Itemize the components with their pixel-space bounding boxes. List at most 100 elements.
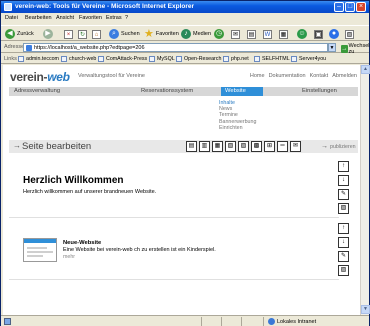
- block1-title: Herzlich Willkommen: [23, 175, 124, 186]
- vertical-scrollbar[interactable]: ▲ ▼: [360, 65, 370, 315]
- nav-item-website[interactable]: Website: [221, 87, 263, 96]
- move-down-icon[interactable]: ↓: [338, 175, 349, 186]
- toplink-logout[interactable]: Abmelden: [332, 73, 357, 79]
- add-link-icon[interactable]: ⊞: [264, 141, 275, 152]
- extra-icon: ▧: [345, 29, 354, 39]
- refresh-button[interactable]: ↻: [78, 28, 87, 40]
- star-icon: ★: [144, 28, 154, 40]
- page-status-icon: [4, 318, 11, 325]
- history-icon: ◷: [214, 29, 224, 39]
- close-button[interactable]: ×: [356, 2, 366, 12]
- globe-icon: [268, 318, 275, 325]
- add-image-icon[interactable]: ▧: [225, 141, 236, 152]
- research-button[interactable]: ▣: [314, 28, 323, 40]
- discuss-button[interactable]: ▦: [279, 28, 288, 40]
- subnav-item-banner[interactable]: Bannerwerbung: [219, 119, 256, 125]
- move-down-icon[interactable]: ↓: [338, 237, 349, 248]
- address-input[interactable]: https://localhost/a_website.php?edtpage=…: [23, 43, 328, 52]
- forward-button[interactable]: ▶: [43, 28, 53, 40]
- add-text-icon[interactable]: ▤: [186, 141, 197, 152]
- toplink-contact[interactable]: Kontakt: [310, 73, 329, 79]
- addon-icon: ●: [329, 29, 339, 39]
- publish-button[interactable]: → publizieren: [321, 143, 356, 150]
- delete-block-icon[interactable]: ▨: [338, 265, 349, 276]
- add-line-icon[interactable]: ═: [277, 141, 288, 152]
- menu-datei[interactable]: Datei: [5, 15, 18, 21]
- more-link[interactable]: mehr: [63, 254, 75, 260]
- site-logo[interactable]: verein-web: [10, 70, 70, 84]
- media-label: Medien: [193, 31, 212, 37]
- zone-label: Lokales Intranet: [277, 318, 317, 325]
- search-button[interactable]: ⌕ Suchen: [109, 28, 140, 40]
- search-label: Suchen: [121, 31, 140, 37]
- address-bar: Adresse https://localhost/a_website.php?…: [1, 42, 370, 55]
- toolbar-extra-button[interactable]: ▧: [345, 28, 354, 40]
- links-label: Links: [4, 56, 17, 62]
- research-icon: ▣: [314, 29, 323, 39]
- toplink-docs[interactable]: Dokumentation: [269, 73, 306, 79]
- link-item[interactable]: MySQL: [149, 55, 175, 63]
- address-dropdown[interactable]: ▼: [328, 43, 336, 52]
- divider: [9, 217, 339, 218]
- scroll-up-arrow[interactable]: ▲: [361, 65, 370, 74]
- ie-icon: [4, 3, 12, 11]
- add-mail-icon[interactable]: ✉: [290, 141, 301, 152]
- block1-text: Herzlich willkommen auf unserer brandneu…: [23, 189, 157, 195]
- menu-ansicht[interactable]: Ansicht: [56, 15, 74, 21]
- add-image-text-icon[interactable]: ▦: [212, 141, 223, 152]
- link-icon: [291, 56, 297, 62]
- toplink-home[interactable]: Home: [250, 73, 265, 79]
- link-item[interactable]: church-web: [61, 55, 96, 63]
- link-item[interactable]: SELFHTML: [254, 55, 290, 63]
- subnav-item-setup[interactable]: Einrichten: [219, 125, 256, 131]
- link-icon: [18, 56, 24, 62]
- history-button[interactable]: ◷: [214, 28, 224, 40]
- edit-button[interactable]: W: [263, 28, 272, 40]
- link-item[interactable]: php.net: [223, 55, 249, 63]
- add-text-image-icon[interactable]: ▥: [199, 141, 210, 152]
- favorites-button[interactable]: ★ Favoriten: [144, 28, 179, 40]
- toolbar: ◀ Zurück ▶ × ↻ ⌂ ⌕ Suchen ★ Favoriten ♪ …: [1, 25, 369, 41]
- favorites-label: Favoriten: [155, 31, 179, 37]
- link-item[interactable]: Server4you: [291, 55, 326, 63]
- nav-item-reservation[interactable]: Reservationssystem: [141, 88, 193, 94]
- addon-button[interactable]: ●: [329, 28, 339, 40]
- edit-block-icon[interactable]: ✎: [338, 189, 349, 200]
- media-button[interactable]: ♪ Medien: [181, 28, 211, 40]
- add-table-icon[interactable]: ▨: [238, 141, 249, 152]
- nav-item-settings[interactable]: Einstellungen: [302, 88, 337, 94]
- menu-favoriten[interactable]: Favoriten: [79, 15, 102, 21]
- sub-nav: Inhalte News Termine Bannerwerbung Einri…: [219, 100, 256, 131]
- stop-button[interactable]: ×: [64, 28, 73, 40]
- edit-block-icon[interactable]: ✎: [338, 251, 349, 262]
- nav-item-address[interactable]: Adressverwaltung: [14, 88, 60, 94]
- minimize-button[interactable]: –: [334, 2, 344, 12]
- menu-bearbeiten[interactable]: Bearbeiten: [25, 15, 52, 21]
- home-button[interactable]: ⌂: [92, 28, 101, 40]
- address-label: Adresse: [4, 44, 25, 50]
- move-up-icon[interactable]: ↑: [338, 223, 349, 234]
- top-links: Home Dokumentation Kontakt Abmelden: [250, 73, 357, 79]
- mail-button[interactable]: ✉: [231, 28, 240, 40]
- maximize-button[interactable]: □: [345, 2, 355, 12]
- print-button[interactable]: ▤: [247, 28, 256, 40]
- messenger-icon: ☺: [297, 29, 307, 39]
- print-icon: ▤: [247, 29, 256, 39]
- scroll-down-arrow[interactable]: ▼: [361, 305, 370, 314]
- block2-title: Neue-Website: [63, 240, 102, 246]
- link-item[interactable]: ComAttack-Press: [98, 55, 147, 63]
- menu-help[interactable]: ?: [125, 15, 128, 21]
- page-title: Seite bearbeiten: [22, 141, 92, 152]
- block1-controls: ↑ ↓ ✎ ▨: [338, 161, 349, 214]
- link-icon: [176, 56, 182, 62]
- messenger-button[interactable]: ☺: [297, 28, 307, 40]
- back-button[interactable]: ◀ Zurück: [5, 28, 34, 40]
- link-item[interactable]: Open-Research: [176, 55, 221, 63]
- delete-block-icon[interactable]: ▨: [338, 203, 349, 214]
- link-item[interactable]: admin.teccom: [18, 55, 59, 63]
- add-file-icon[interactable]: ▩: [251, 141, 262, 152]
- media-icon: ♪: [181, 29, 191, 39]
- menu-extras[interactable]: Extras: [106, 15, 122, 21]
- move-up-icon[interactable]: ↑: [338, 161, 349, 172]
- divider: [9, 279, 339, 280]
